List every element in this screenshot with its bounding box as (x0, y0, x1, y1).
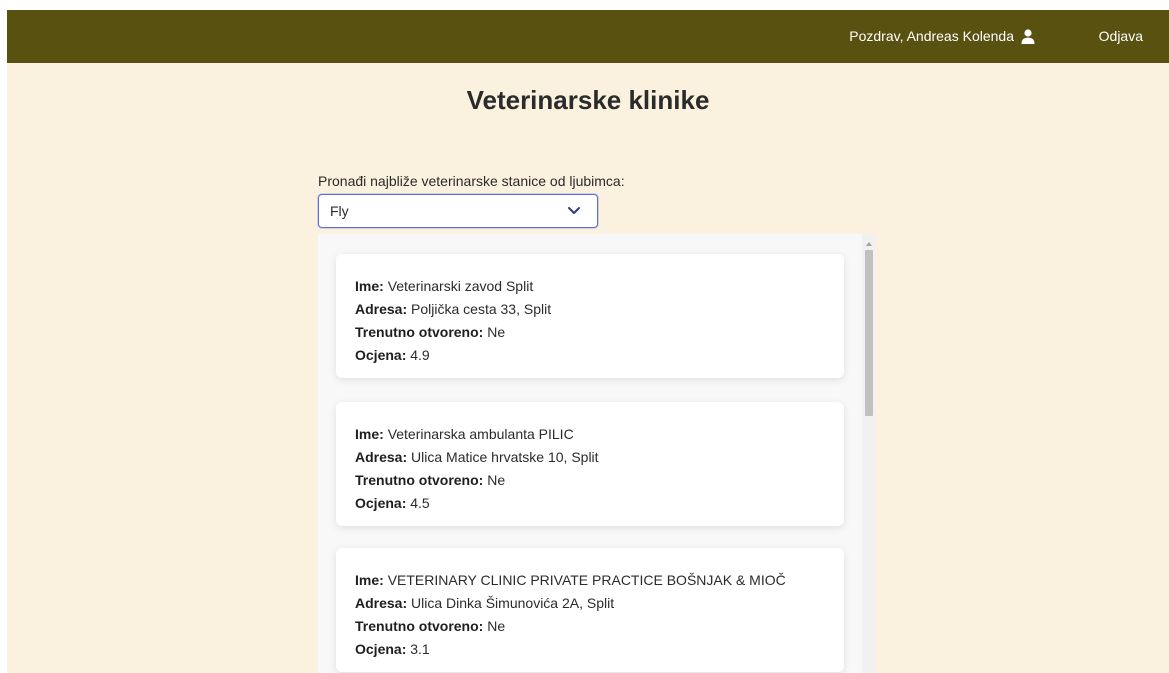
clinic-rating: 3.1 (410, 641, 430, 657)
clinic-address-line: Adresa: Ulica Matice hrvatske 10, Split (355, 446, 825, 469)
clinic-open-now: Ne (487, 324, 506, 340)
clinic-name: VETERINARY CLINIC PRIVATE PRACTICE BOŠNJ… (387, 572, 786, 588)
clinic-address: Ulica Matice hrvatske 10, Split (411, 449, 599, 465)
pet-select-label: Pronađi najbliže veterinarske stanice od… (318, 173, 625, 189)
clinic-address-line: Adresa: Ulica Dinka Šimunovića 2A, Split (355, 592, 825, 615)
clinic-rating: 4.9 (410, 347, 430, 363)
clinic-rating-line: Ocjena: 4.5 (355, 492, 825, 515)
scrollbar[interactable] (862, 234, 876, 673)
scrollbar-thumb[interactable] (865, 250, 873, 416)
open-now-label: Trenutno otvoreno: (355, 324, 484, 340)
greeting-text: Pozdrav, Andreas Kolenda (849, 28, 1014, 44)
clinic-name-line: Ime: VETERINARY CLINIC PRIVATE PRACTICE … (355, 569, 825, 592)
clinic-open-line: Trenutno otvoreno: Ne (355, 321, 825, 344)
name-label: Ime: (355, 426, 384, 442)
clinic-address: Ulica Dinka Šimunovića 2A, Split (411, 595, 615, 611)
clinic-name-line: Ime: Veterinarski zavod Split (355, 275, 825, 298)
scroll-up-arrow-icon[interactable] (865, 241, 873, 247)
clinic-open-line: Trenutno otvoreno: Ne (355, 469, 825, 492)
address-label: Adresa: (355, 449, 408, 465)
top-navbar: Pozdrav, Andreas Kolenda Odjava (7, 10, 1169, 63)
pet-select[interactable]: Fly (318, 194, 598, 228)
name-label: Ime: (355, 278, 384, 294)
clinic-rating: 4.5 (410, 495, 430, 511)
clinic-list[interactable]: Ime: Veterinarski zavod Split Adresa: Po… (318, 234, 876, 673)
name-label: Ime: (355, 572, 384, 588)
open-now-label: Trenutno otvoreno: (355, 618, 484, 634)
chevron-down-icon (568, 207, 580, 214)
rating-label: Ocjena: (355, 641, 407, 657)
rating-label: Ocjena: (355, 347, 407, 363)
clinic-name: Veterinarski zavod Split (387, 278, 534, 294)
address-label: Adresa: (355, 301, 408, 317)
clinic-card: Ime: Veterinarska ambulanta PILIC Adresa… (336, 402, 844, 526)
clinic-card: Ime: Veterinarski zavod Split Adresa: Po… (336, 254, 844, 378)
clinic-address: Poljička cesta 33, Split (411, 301, 552, 317)
pet-select-value: Fly (330, 203, 349, 219)
clinic-address-line: Adresa: Poljička cesta 33, Split (355, 298, 825, 321)
clinic-rating-line: Ocjena: 3.1 (355, 638, 825, 661)
clinic-open-now: Ne (487, 618, 506, 634)
clinic-rating-line: Ocjena: 4.9 (355, 344, 825, 367)
clinic-name-line: Ime: Veterinarska ambulanta PILIC (355, 423, 825, 446)
clinic-open-now: Ne (487, 472, 506, 488)
user-icon (1021, 28, 1035, 44)
clinic-open-line: Trenutno otvoreno: Ne (355, 615, 825, 638)
clinic-card: Ime: VETERINARY CLINIC PRIVATE PRACTICE … (336, 548, 844, 672)
logout-link[interactable]: Odjava (1099, 28, 1143, 44)
open-now-label: Trenutno otvoreno: (355, 472, 484, 488)
address-label: Adresa: (355, 595, 408, 611)
app-root: Pozdrav, Andreas Kolenda Odjava Veterina… (7, 10, 1169, 673)
rating-label: Ocjena: (355, 495, 407, 511)
user-greeting[interactable]: Pozdrav, Andreas Kolenda (849, 28, 1035, 44)
page-title: Veterinarske klinike (466, 85, 710, 115)
clinic-name: Veterinarska ambulanta PILIC (387, 426, 574, 442)
